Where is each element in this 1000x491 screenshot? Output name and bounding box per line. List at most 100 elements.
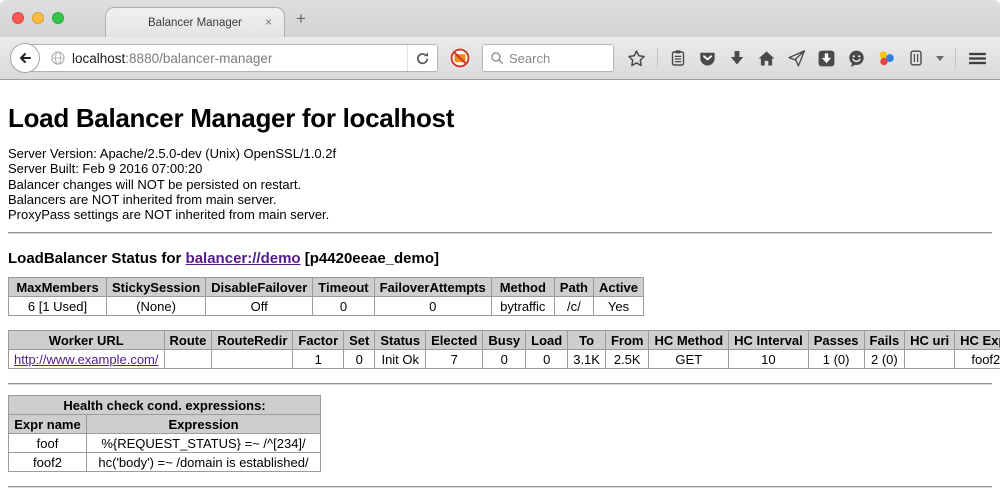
column-header: To bbox=[568, 331, 606, 350]
expression-cell: %{REQUEST_STATUS} =~ /^[234]/ bbox=[87, 434, 321, 453]
pocket-button[interactable] bbox=[698, 49, 717, 68]
column-header: Expression bbox=[87, 415, 321, 434]
column-header: Fails bbox=[864, 331, 905, 350]
health-check-table: Health check cond. expressions: Expr nam… bbox=[8, 395, 321, 472]
toolbar-separator bbox=[657, 48, 658, 68]
proxy-dots-button[interactable] bbox=[877, 49, 896, 68]
note-inherit-line: Balancers are NOT inherited from main se… bbox=[8, 192, 992, 207]
balancer-link[interactable]: balancer://demo bbox=[186, 250, 301, 267]
window-controls bbox=[12, 12, 64, 24]
table-cell bbox=[212, 350, 293, 369]
pocket-icon bbox=[698, 49, 717, 68]
table-cell: Yes bbox=[593, 297, 643, 316]
back-button[interactable] bbox=[10, 43, 40, 73]
section-divider bbox=[8, 383, 992, 385]
table-cell: 0 bbox=[344, 350, 375, 369]
reload-button[interactable] bbox=[407, 45, 437, 71]
table-row: foof2 hc('body') =~ /domain is establish… bbox=[9, 453, 321, 472]
url-bar[interactable]: localhost:8880/balancer-manager bbox=[25, 44, 438, 72]
table-cell: foof2 bbox=[955, 350, 1000, 369]
search-input[interactable] bbox=[509, 51, 599, 66]
column-header: FailoverAttempts bbox=[374, 278, 491, 297]
downloads-button[interactable] bbox=[728, 49, 746, 67]
server-info: Server Version: Apache/2.5.0-dev (Unix) … bbox=[8, 146, 992, 222]
plugin-blocked-button[interactable] bbox=[447, 45, 473, 71]
worker-status-table: Worker URL Route RouteRedir Factor Set S… bbox=[8, 330, 1000, 369]
chat-smiley-button[interactable] bbox=[847, 49, 866, 68]
column-header: Timeout bbox=[313, 278, 374, 297]
search-icon bbox=[490, 51, 504, 65]
column-header: Load bbox=[526, 331, 568, 350]
table-cell: 0 bbox=[374, 297, 491, 316]
menu-button[interactable] bbox=[967, 49, 988, 68]
url-text[interactable]: localhost:8880/balancer-manager bbox=[72, 51, 407, 66]
table-cell: 2.5K bbox=[605, 350, 649, 369]
column-header: HC Expr bbox=[955, 331, 1000, 350]
toolbar-buttons bbox=[627, 48, 1000, 69]
column-header: Worker URL bbox=[9, 331, 165, 350]
table-row: foof %{REQUEST_STATUS} =~ /^[234]/ bbox=[9, 434, 321, 453]
video-download-button[interactable] bbox=[817, 49, 836, 68]
column-header: Path bbox=[554, 278, 593, 297]
url-path: :8880/balancer-manager bbox=[125, 51, 272, 66]
page-title: Load Balancer Manager for localhost bbox=[8, 103, 992, 134]
table-cell: Init Ok bbox=[375, 350, 426, 369]
clipboard-icon bbox=[669, 49, 687, 67]
window-close-button[interactable] bbox=[12, 12, 24, 24]
send-icon bbox=[787, 49, 806, 68]
expression-cell: hc('body') =~ /domain is established/ bbox=[87, 453, 321, 472]
table-cell: 7 bbox=[426, 350, 483, 369]
table-cell: 3.1K bbox=[568, 350, 606, 369]
globe-icon bbox=[50, 50, 66, 66]
column-header: StickySession bbox=[107, 278, 206, 297]
window-zoom-button[interactable] bbox=[52, 12, 64, 24]
tab-strip: Balancer Manager × + bbox=[0, 0, 1000, 37]
container-dropdown-button[interactable] bbox=[936, 56, 944, 61]
new-tab-button[interactable]: + bbox=[296, 9, 306, 29]
window-minimize-button[interactable] bbox=[32, 12, 44, 24]
tab-close-icon[interactable]: × bbox=[262, 16, 275, 29]
location-bar-group: localhost:8880/balancer-manager bbox=[10, 43, 438, 73]
bookmark-star-button[interactable] bbox=[627, 49, 646, 68]
column-header: Factor bbox=[293, 331, 344, 350]
clipboard-button[interactable] bbox=[669, 49, 687, 67]
note-persist-line: Balancer changes will NOT be persisted o… bbox=[8, 177, 992, 192]
column-header: Expr name bbox=[9, 415, 87, 434]
reload-icon bbox=[415, 51, 430, 66]
table-cell: 6 [1 Used] bbox=[9, 297, 107, 316]
video-download-icon bbox=[817, 49, 836, 68]
home-button[interactable] bbox=[757, 49, 776, 68]
proxy-dots-icon bbox=[877, 49, 896, 68]
table-cell: /c/ bbox=[554, 297, 593, 316]
table-cell: bytraffic bbox=[491, 297, 554, 316]
browser-tab[interactable]: Balancer Manager × bbox=[105, 7, 285, 37]
send-button[interactable] bbox=[787, 49, 806, 68]
column-header: Busy bbox=[483, 331, 526, 350]
column-header: HC Interval bbox=[729, 331, 809, 350]
download-icon bbox=[728, 49, 746, 67]
column-header: Active bbox=[593, 278, 643, 297]
search-bar[interactable] bbox=[482, 44, 614, 72]
table-cell: 2 (0) bbox=[864, 350, 905, 369]
chat-smiley-icon bbox=[847, 49, 866, 68]
column-header: Route bbox=[164, 331, 212, 350]
column-header: Status bbox=[375, 331, 426, 350]
table-cell: (None) bbox=[107, 297, 206, 316]
table-header-row: Expr name Expression bbox=[9, 415, 321, 434]
table-cell: 1 bbox=[293, 350, 344, 369]
worker-url-link[interactable]: http://www.example.com/ bbox=[14, 352, 159, 367]
url-domain: localhost bbox=[72, 51, 125, 66]
column-header: Elected bbox=[426, 331, 483, 350]
table-cell bbox=[905, 350, 955, 369]
column-header: DisableFailover bbox=[206, 278, 313, 297]
container-button[interactable] bbox=[907, 49, 925, 67]
back-arrow-icon bbox=[17, 50, 33, 66]
expr-name-cell: foof bbox=[9, 434, 87, 453]
table-header-row: MaxMembers StickySession DisableFailover… bbox=[9, 278, 644, 297]
status-heading-suffix: [p4420eeae_demo] bbox=[301, 250, 439, 267]
page-bottom-divider bbox=[8, 486, 992, 488]
table-cell: 0 bbox=[526, 350, 568, 369]
table-row: http://www.example.com/ 1 0 Init Ok 7 0 … bbox=[9, 350, 1000, 369]
bookmark-star-icon bbox=[627, 49, 646, 68]
tab-title: Balancer Manager bbox=[148, 17, 242, 29]
